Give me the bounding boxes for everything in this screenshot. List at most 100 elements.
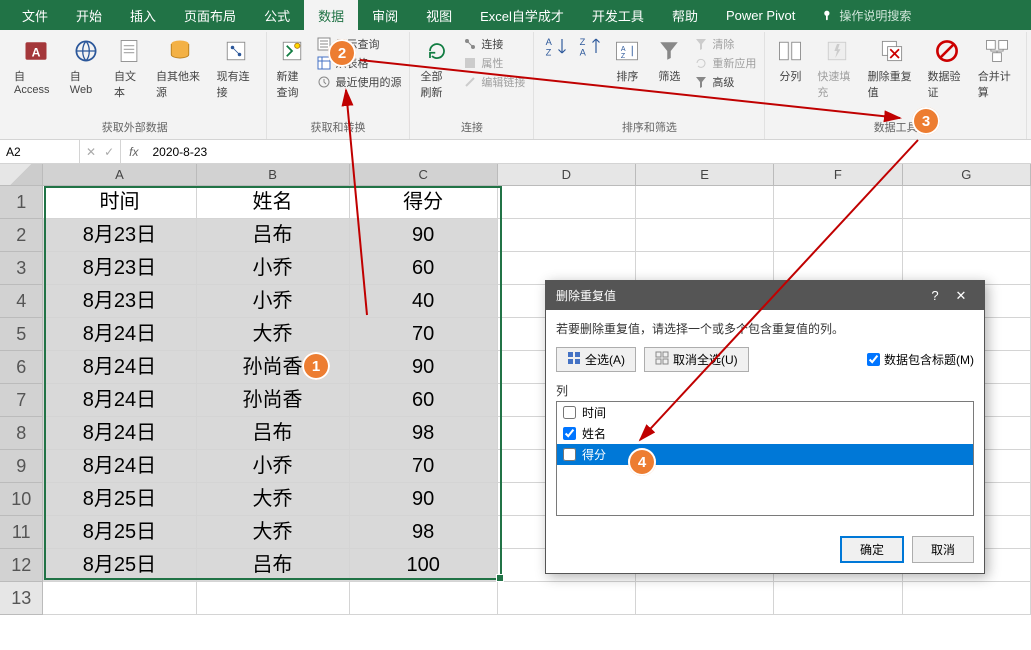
- cell[interactable]: [197, 582, 350, 615]
- select-all-corner[interactable]: [0, 164, 43, 185]
- from-access-button[interactable]: A 自 Access: [8, 34, 64, 98]
- tab-数据[interactable]: 数据: [304, 0, 358, 31]
- tab-页面布局[interactable]: 页面布局: [170, 0, 250, 31]
- sort-asc-button[interactable]: AZ: [538, 34, 572, 60]
- new-query-button[interactable]: 新建查询: [271, 34, 314, 102]
- cell[interactable]: 60: [350, 252, 498, 285]
- cell[interactable]: 100: [350, 549, 498, 582]
- row-header[interactable]: 13: [0, 582, 43, 615]
- cell[interactable]: 8月23日: [43, 285, 196, 318]
- column-option[interactable]: 得分: [557, 444, 973, 465]
- cell[interactable]: 大乔: [197, 318, 350, 351]
- has-headers-checkbox[interactable]: 数据包含标题(M): [867, 351, 974, 368]
- tab-Power Pivot[interactable]: Power Pivot: [712, 2, 809, 29]
- cell[interactable]: 70: [350, 450, 498, 483]
- cell[interactable]: [636, 582, 774, 615]
- row-header[interactable]: 10: [0, 483, 43, 516]
- cell[interactable]: [636, 186, 774, 219]
- checkbox-input[interactable]: [867, 353, 880, 366]
- cell[interactable]: 得分: [350, 186, 498, 219]
- cell[interactable]: [774, 582, 902, 615]
- cell[interactable]: 小乔: [197, 450, 350, 483]
- cell[interactable]: [636, 219, 774, 252]
- cell[interactable]: 8月25日: [43, 549, 196, 582]
- cell[interactable]: 90: [350, 351, 498, 384]
- cell[interactable]: [498, 582, 636, 615]
- col-header-G[interactable]: G: [903, 164, 1031, 185]
- existing-connections-button[interactable]: 现有连接: [211, 34, 262, 102]
- row-header[interactable]: 11: [0, 516, 43, 549]
- cancel-button[interactable]: 取消: [912, 536, 974, 563]
- cell[interactable]: 40: [350, 285, 498, 318]
- text-to-columns-button[interactable]: 分列: [769, 34, 811, 86]
- cell[interactable]: 姓名: [197, 186, 350, 219]
- row-header[interactable]: 8: [0, 417, 43, 450]
- refresh-all-button[interactable]: 全部刷新: [414, 34, 459, 102]
- column-option[interactable]: 时间: [557, 402, 973, 423]
- formula-input[interactable]: 2020-8-23: [146, 140, 1031, 163]
- tab-开始[interactable]: 开始: [62, 0, 116, 31]
- tab-公式[interactable]: 公式: [250, 0, 304, 31]
- checkbox-input[interactable]: [563, 427, 576, 440]
- connections-button[interactable]: 连接: [463, 36, 525, 52]
- help-icon[interactable]: ?: [922, 288, 948, 303]
- from-other-button[interactable]: 自其他来源: [150, 34, 211, 102]
- remove-duplicates-button[interactable]: 删除重复值: [862, 34, 922, 102]
- advanced-filter-button[interactable]: 高级: [694, 74, 756, 90]
- row-header[interactable]: 3: [0, 252, 43, 285]
- cancel-icon[interactable]: ✕: [86, 145, 96, 159]
- checkbox-input[interactable]: [563, 406, 576, 419]
- cell[interactable]: 8月23日: [43, 219, 196, 252]
- sort-button[interactable]: AZ 排序: [606, 34, 648, 86]
- cell[interactable]: 8月24日: [43, 450, 196, 483]
- row-header[interactable]: 7: [0, 384, 43, 417]
- sort-desc-button[interactable]: ZA: [572, 34, 606, 60]
- col-header-C[interactable]: C: [350, 164, 498, 185]
- tab-帮助[interactable]: 帮助: [658, 0, 712, 31]
- cell[interactable]: 8月23日: [43, 252, 196, 285]
- edit-links-button[interactable]: 编辑链接: [463, 74, 525, 90]
- cell[interactable]: [498, 186, 636, 219]
- cell[interactable]: 98: [350, 516, 498, 549]
- from-text-button[interactable]: 自文本: [108, 34, 150, 102]
- cell[interactable]: 吕布: [197, 549, 350, 582]
- data-validation-button[interactable]: 数据验证: [921, 34, 971, 102]
- row-header[interactable]: 12: [0, 549, 43, 582]
- cell[interactable]: 吕布: [197, 417, 350, 450]
- filter-button[interactable]: 筛选: [648, 34, 690, 86]
- row-header[interactable]: 4: [0, 285, 43, 318]
- col-header-E[interactable]: E: [636, 164, 774, 185]
- accept-icon[interactable]: ✓: [104, 145, 114, 159]
- cell[interactable]: [774, 186, 902, 219]
- row-header[interactable]: 1: [0, 186, 43, 219]
- cell[interactable]: 8月25日: [43, 483, 196, 516]
- cell[interactable]: 90: [350, 483, 498, 516]
- cell[interactable]: 吕布: [197, 219, 350, 252]
- name-box[interactable]: A2: [0, 140, 80, 163]
- reapply-button[interactable]: 重新应用: [694, 55, 756, 71]
- col-header-F[interactable]: F: [774, 164, 902, 185]
- dialog-titlebar[interactable]: 删除重复值 ? ✕: [546, 281, 984, 310]
- checkbox-input[interactable]: [563, 448, 576, 461]
- clear-filter-button[interactable]: 清除: [694, 36, 756, 52]
- cell[interactable]: 98: [350, 417, 498, 450]
- column-list[interactable]: 时间姓名得分: [556, 401, 974, 516]
- unselect-all-button[interactable]: 取消全选(U): [644, 347, 749, 372]
- tab-插入[interactable]: 插入: [116, 0, 170, 31]
- cell[interactable]: 小乔: [197, 285, 350, 318]
- cell[interactable]: [498, 219, 636, 252]
- col-header-B[interactable]: B: [197, 164, 350, 185]
- cell[interactable]: 大乔: [197, 516, 350, 549]
- row-header[interactable]: 6: [0, 351, 43, 384]
- fx-icon[interactable]: fx: [121, 140, 146, 163]
- cell[interactable]: 时间: [43, 186, 196, 219]
- properties-button[interactable]: 属性: [463, 55, 525, 71]
- cell[interactable]: 8月24日: [43, 417, 196, 450]
- cell[interactable]: 8月24日: [43, 384, 196, 417]
- tab-开发工具[interactable]: 开发工具: [578, 0, 658, 31]
- cell[interactable]: 70: [350, 318, 498, 351]
- column-option[interactable]: 姓名: [557, 423, 973, 444]
- tab-审阅[interactable]: 审阅: [358, 0, 412, 31]
- cell[interactable]: [774, 219, 902, 252]
- cell[interactable]: 孙尚香: [197, 384, 350, 417]
